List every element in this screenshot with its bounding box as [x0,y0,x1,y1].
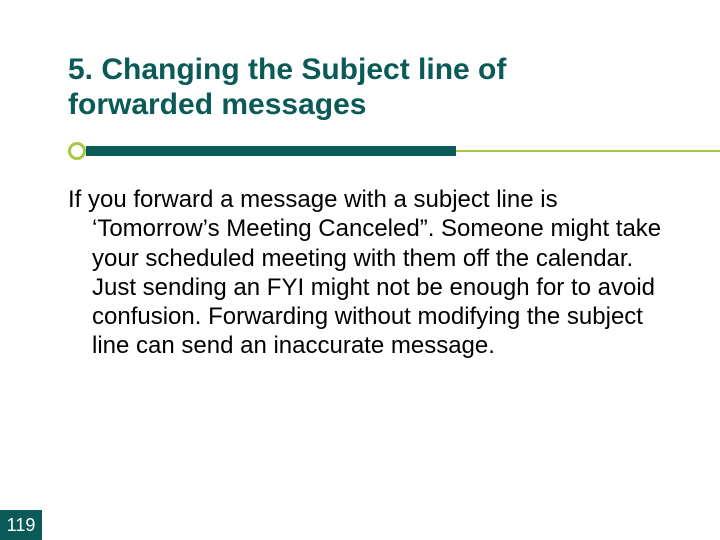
page-number: 119 [0,510,42,540]
slide-title: 5. Changing the Subject line of forwarde… [68,52,648,123]
slide-body-text: If you forward a message with a subject … [68,185,672,361]
slide: 5. Changing the Subject line of forwarde… [0,0,720,540]
title-underline [0,132,720,162]
bullet-circle-icon [68,142,86,160]
underline-thick [86,146,456,156]
